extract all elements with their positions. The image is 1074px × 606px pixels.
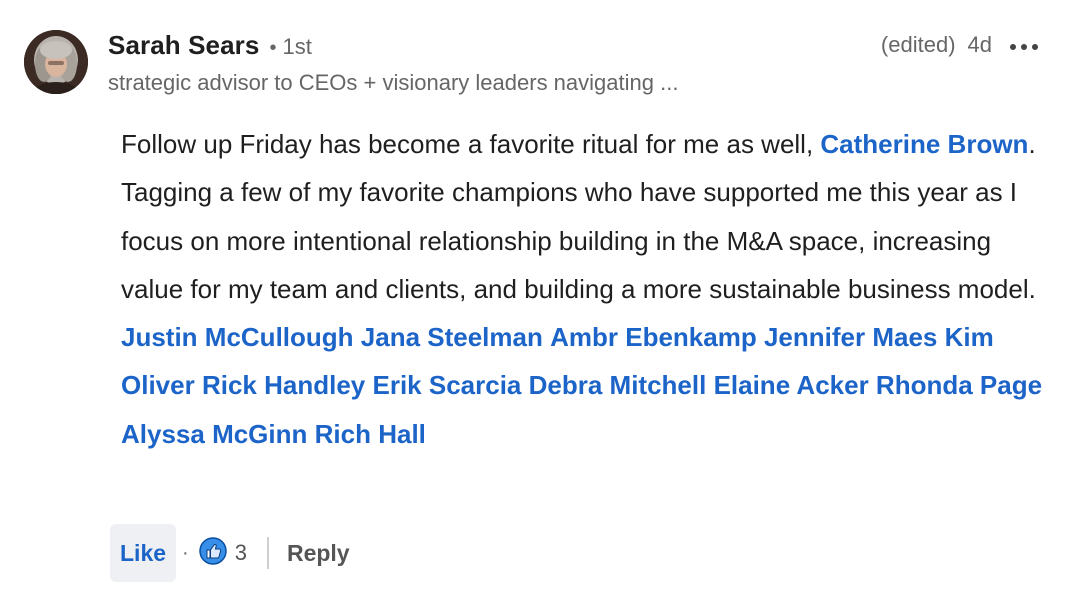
comment-text [521, 370, 528, 400]
comment-meta: (edited) 4d [881, 32, 992, 58]
mention-link[interactable]: Rhonda Page [876, 370, 1042, 400]
comment-text [195, 370, 202, 400]
comment-header: Sarah Sears • 1st (edited) 4d strategic … [108, 30, 1044, 96]
mention-link[interactable]: Elaine Acker [714, 370, 869, 400]
avatar[interactable] [24, 30, 88, 94]
mention-link[interactable]: Ambr Ebenkamp [550, 322, 757, 352]
mention-link[interactable]: Alyssa McGinn [121, 419, 307, 449]
comment-text [706, 370, 713, 400]
reaction-count: 3 [234, 540, 247, 565]
ellipsis-horizontal-icon [1010, 44, 1038, 50]
thumbs-up-icon [198, 536, 227, 570]
mention-link[interactable]: Jennifer Maes [764, 322, 937, 352]
degree-separator: • [269, 37, 277, 59]
connection-degree: 1st [282, 34, 312, 59]
comment-text [354, 322, 361, 352]
comment-text [757, 322, 764, 352]
reaction-summary[interactable]: 3 [198, 536, 247, 570]
mention-link[interactable]: Jana Steelman [361, 322, 543, 352]
mention-link[interactable]: Rick Handley [202, 370, 365, 400]
author-name[interactable]: Sarah Sears [108, 30, 259, 61]
comment-text: Follow up Friday has become a favorite r… [121, 129, 821, 159]
mention-link[interactable]: Rich Hall [315, 419, 426, 449]
comment-text [937, 322, 944, 352]
action-separator: · [182, 541, 189, 564]
action-divider [266, 537, 269, 569]
edited-label: (edited) [880, 32, 956, 57]
mention-link[interactable]: Debra Mitchell [529, 370, 707, 400]
comment-body: Follow up Friday has become a favorite r… [121, 120, 1046, 458]
mention-link[interactable]: Justin McCullough [121, 322, 354, 352]
comment-card: Sarah Sears • 1st (edited) 4d strategic … [0, 0, 1074, 606]
mention-link[interactable]: Erik Scarcia [372, 370, 521, 400]
mention-link[interactable]: Catherine Brown [820, 129, 1028, 159]
more-options-button[interactable] [1004, 32, 1044, 62]
reply-button[interactable]: Reply [287, 540, 350, 567]
comment-text [869, 370, 876, 400]
avatar-image [24, 30, 88, 94]
like-button[interactable]: Like [110, 524, 177, 582]
author-headline: strategic advisor to CEOs + visionary le… [108, 70, 679, 95]
comment-text [307, 419, 314, 449]
comment-actions: Like · 3 Reply [110, 524, 350, 582]
timestamp: 4d [967, 32, 992, 57]
